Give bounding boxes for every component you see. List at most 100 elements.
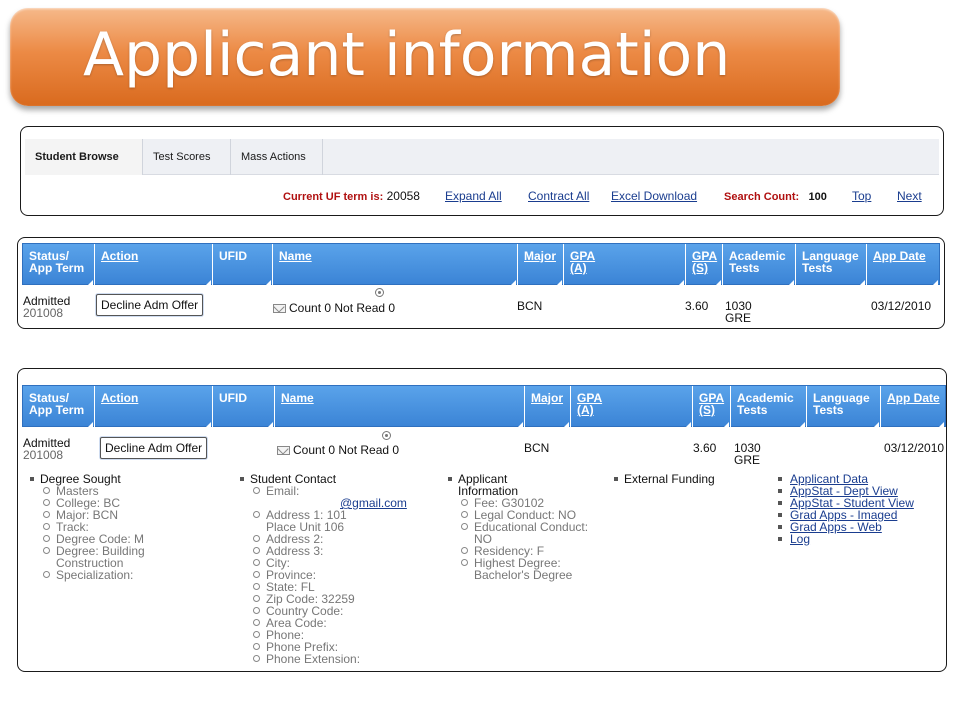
page-title: Applicant information	[83, 20, 731, 90]
term-value: 20058	[386, 189, 420, 203]
col-academic-tests[interactable]: Academic Tests	[723, 244, 796, 286]
col-app-date-label: App Date	[887, 391, 940, 405]
grid-header: Status/App Term Action UFID Name Major G…	[22, 243, 940, 286]
col-status[interactable]: Status/App Term	[23, 244, 95, 286]
search-count-value: 100	[808, 191, 827, 203]
status-cell: Admitted 201008	[23, 295, 70, 319]
message-count-text: Count 0 Not Read 0	[293, 443, 400, 457]
gpa-s-cell: 3.60	[693, 441, 717, 455]
col-action-label: Action	[101, 249, 139, 263]
applicant-item: Educational Conduct:	[448, 521, 608, 533]
search-count: Search Count: 100	[724, 189, 827, 203]
mail-icon	[273, 304, 286, 314]
degree-sought-section: Degree Sought Masters College: BC Major:…	[30, 473, 230, 581]
tab-bar: Student Browse Test Scores Mass Actions	[25, 139, 939, 175]
message-count[interactable]: Count 0 Not Read 0	[273, 302, 395, 314]
applicant-grid-panel: Status/App Term Action UFID Name Major G…	[17, 237, 945, 329]
col-app-date-label: App Date	[873, 249, 926, 263]
applicant-links: Applicant Data AppStat - Dept View AppSt…	[778, 473, 944, 545]
tab-mass-actions[interactable]: Mass Actions	[231, 139, 323, 175]
col-gpa-a[interactable]: GPA (A)	[564, 244, 686, 286]
grid-header: Status/App Term Action UFID Name Major G…	[22, 385, 946, 428]
external-funding-heading: External Funding	[614, 473, 754, 485]
top-link[interactable]: Top	[852, 189, 871, 203]
title-banner: Applicant information	[10, 8, 840, 106]
row-select-radio[interactable]	[382, 431, 391, 440]
col-name[interactable]: Name	[275, 386, 525, 428]
col-gpa-a[interactable]: GPA (A)	[571, 386, 693, 428]
academic-test-name: GRE	[725, 311, 752, 325]
row-select-radio[interactable]	[375, 288, 384, 297]
degree-item: Specialization:	[30, 569, 230, 581]
col-ufid-label: UFID	[219, 391, 247, 405]
col-language-label-2: Tests	[802, 261, 833, 275]
search-count-label: Search Count:	[724, 191, 800, 203]
applicant-item-cont: Bachelor's Degree	[474, 568, 573, 582]
contract-all-link[interactable]: Contract All	[528, 189, 589, 203]
col-major-label: Major	[524, 249, 557, 263]
col-status[interactable]: Status/App Term	[23, 386, 95, 428]
tab-student-browse[interactable]: Student Browse	[25, 139, 143, 175]
col-gpa-s-label-2: (S)	[699, 403, 715, 417]
applicant-detail-panel: Status/App Term Action UFID Name Major G…	[17, 368, 947, 672]
applicant-info-heading: Applicant	[448, 473, 608, 485]
col-language-tests[interactable]: Language Tests	[807, 386, 881, 428]
col-app-date[interactable]: App Date	[867, 244, 939, 286]
col-gpa-s-label-2: (S)	[692, 261, 708, 275]
student-contact-section: Student Contact Email: @gmail.com Addres…	[240, 473, 440, 665]
expand-all-link[interactable]: Expand All	[445, 189, 502, 203]
col-app-date[interactable]: App Date	[881, 386, 945, 428]
degree-item: Degree: Building	[30, 545, 230, 557]
col-status-label-2: App Term	[29, 261, 85, 275]
tab-test-scores[interactable]: Test Scores	[143, 139, 231, 175]
academic-tests-cell: 1030 GRE	[725, 300, 752, 324]
external-funding-section: External Funding	[614, 473, 754, 485]
decline-adm-offer-button[interactable]: Decline Adm Offer	[100, 437, 208, 459]
col-language-label-2: Tests	[813, 403, 844, 417]
applicant-information-section: Applicant Information Fee: G30102 Legal …	[448, 473, 608, 581]
message-count-text: Count 0 Not Read 0	[289, 301, 396, 315]
col-name-label: Name	[281, 391, 314, 405]
col-gpa-a-label-2: (A)	[577, 403, 594, 417]
academic-tests-cell: 1030 GRE	[734, 442, 761, 466]
col-name[interactable]: Name	[273, 244, 518, 286]
col-gpa-a-label-2: (A)	[570, 261, 587, 275]
status-cell: Admitted 201008	[23, 437, 70, 461]
contact-email-label: Email:	[240, 485, 440, 497]
term-label: Current UF term is:	[283, 191, 384, 203]
mail-icon	[277, 446, 290, 456]
log-link[interactable]: Log	[778, 533, 944, 545]
term-indicator: Current UF term is: 20058	[283, 189, 420, 203]
app-date-cell: 03/12/2010	[871, 299, 932, 313]
col-gpa-s[interactable]: GPA (S)	[686, 244, 723, 286]
message-count[interactable]: Count 0 Not Read 0	[277, 444, 399, 456]
col-major[interactable]: Major	[518, 244, 564, 286]
app-date-cell: 03/12/2010	[884, 441, 945, 455]
term-text: 201008	[23, 306, 64, 320]
major-cell: BCN	[524, 441, 550, 455]
col-academic-label-2: Tests	[729, 261, 760, 275]
col-academic-label-2: Tests	[737, 403, 768, 417]
major-cell: BCN	[517, 299, 543, 313]
col-action[interactable]: Action	[95, 244, 213, 286]
col-action[interactable]: Action	[95, 386, 213, 428]
col-status-label-2: App Term	[29, 403, 85, 417]
decline-adm-offer-button[interactable]: Decline Adm Offer	[96, 294, 204, 316]
col-major[interactable]: Major	[525, 386, 571, 428]
excel-download-link[interactable]: Excel Download	[611, 189, 697, 203]
col-ufid[interactable]: UFID	[213, 386, 275, 428]
col-academic-tests[interactable]: Academic Tests	[731, 386, 807, 428]
browse-toolbar-panel: Student Browse Test Scores Mass Actions …	[20, 126, 944, 216]
contact-item: Phone Extension:	[240, 653, 440, 665]
col-language-tests[interactable]: Language Tests	[796, 244, 867, 286]
col-gpa-s[interactable]: GPA (S)	[693, 386, 731, 428]
col-ufid[interactable]: UFID	[213, 244, 273, 286]
col-action-label: Action	[101, 391, 139, 405]
col-ufid-label: UFID	[219, 249, 247, 263]
term-text: 201008	[23, 448, 64, 462]
gpa-s-cell: 3.60	[685, 299, 709, 313]
col-name-label: Name	[279, 249, 312, 263]
next-link[interactable]: Next	[897, 189, 922, 203]
academic-test-name: GRE	[734, 453, 761, 467]
contact-item: Address 1: 101	[240, 509, 440, 521]
